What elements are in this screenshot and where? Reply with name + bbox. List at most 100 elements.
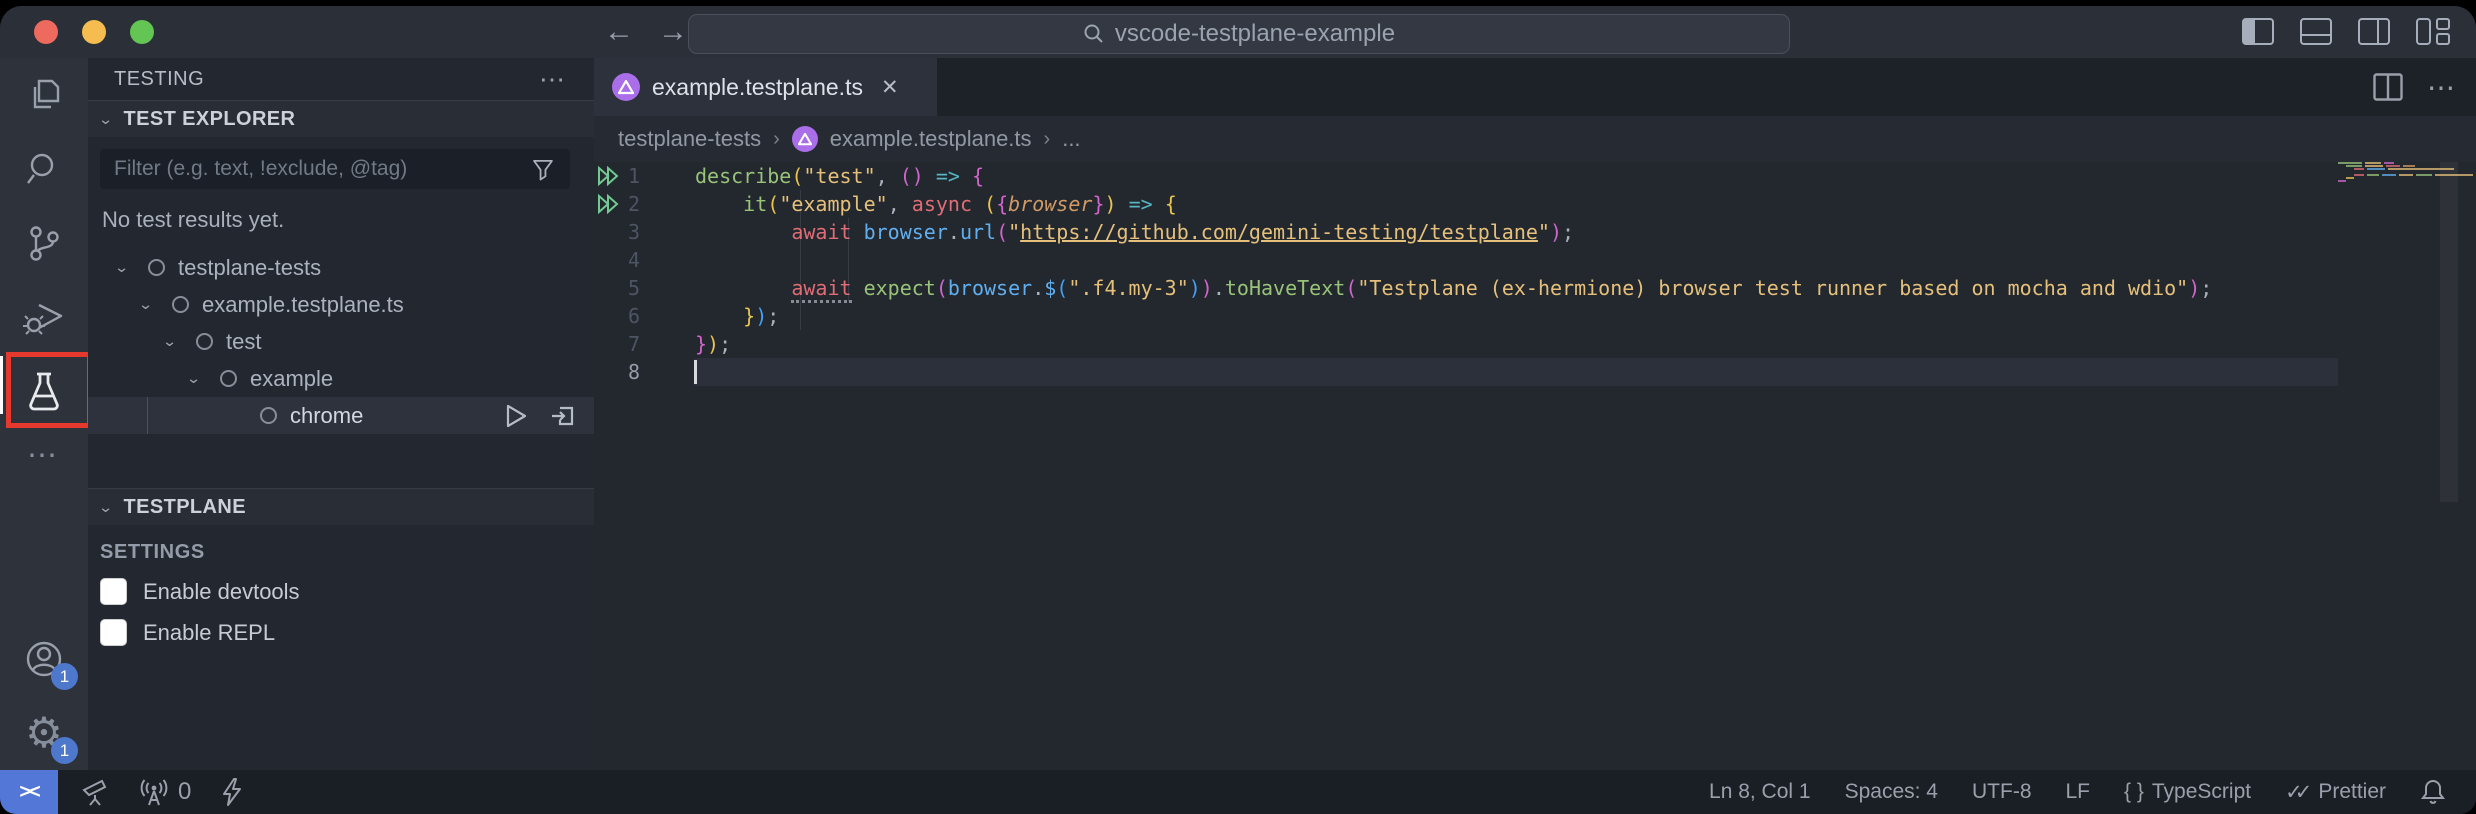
active-indicator <box>0 356 3 414</box>
sidebar-item-search[interactable] <box>0 132 88 206</box>
activity-bar: ⋯ 1 ⚙ 1 <box>0 58 88 770</box>
line-number: 2 <box>594 190 640 218</box>
test-explorer-section-header[interactable]: ⌄ TEST EXPLORER <box>88 100 594 137</box>
line-number: 6 <box>594 302 640 330</box>
zoom-window-button[interactable] <box>130 20 154 44</box>
tree-item-label: testplane-tests <box>178 255 321 281</box>
indentation-button[interactable]: Spaces: 4 <box>1845 780 1938 804</box>
code-line-2[interactable]: 2 it("example", async ({browser}) => { <box>594 190 2476 218</box>
settings-button[interactable]: ⚙ 1 <box>0 696 88 770</box>
scrollbar[interactable] <box>2440 162 2458 502</box>
code-line-1[interactable]: 1describe("test", () => { <box>594 162 2476 190</box>
enable-devtools-checkbox[interactable] <box>100 578 127 605</box>
eol-button[interactable]: LF <box>2066 780 2091 804</box>
enable-devtools-label: Enable devtools <box>143 579 300 605</box>
tree-item-example.testplane.ts[interactable]: ⌄example.testplane.ts <box>88 286 594 323</box>
accounts-button[interactable]: 1 <box>0 622 88 696</box>
editor-more-actions-icon[interactable]: ⋯ <box>2427 71 2458 104</box>
test-explorer-title: TEST EXPLORER <box>123 108 295 131</box>
customize-layout-icon[interactable] <box>2416 18 2450 45</box>
tree-indent-guide <box>147 397 148 434</box>
testing-sidebar: TESTING ⋯ ⌄ TEST EXPLORER Filter (e.g. t… <box>88 58 594 770</box>
search-icon <box>22 147 66 191</box>
close-tab-icon[interactable]: ✕ <box>881 75 899 100</box>
sidebar-more-actions-button[interactable]: ⋯ <box>539 64 568 95</box>
formatter-button[interactable]: ✓✓ Prettier <box>2285 780 2386 805</box>
remote-icon: >< <box>19 781 38 804</box>
code-line-4[interactable]: 4 <box>594 246 2476 274</box>
testplane-section-header[interactable]: ⌄ TESTPLANE <box>88 488 594 525</box>
source-control-icon <box>22 221 66 265</box>
lightning-button[interactable] <box>219 777 245 807</box>
test-tree: ⌄ testplane-tests ⌄example.testplane.ts⌄te… <box>88 249 594 434</box>
code-line-7[interactable]: 7}); <box>594 330 2476 358</box>
minimap-line <box>2336 183 2458 186</box>
breadcrumb-file[interactable]: example.testplane.ts <box>830 126 1032 152</box>
run-debug-icon <box>21 295 67 339</box>
sidebar-item-testing[interactable] <box>0 354 88 428</box>
minimap[interactable] <box>2336 162 2458 770</box>
goto-test-icon[interactable] <box>550 403 576 429</box>
chevron-down-icon: ⌄ <box>98 111 113 128</box>
search-icon <box>1083 23 1105 45</box>
tab-example-testplane-ts[interactable]: example.testplane.ts ✕ <box>594 58 937 116</box>
sidebar-item-source-control[interactable] <box>0 206 88 280</box>
minimize-window-button[interactable] <box>82 20 106 44</box>
workspace-title: vscode-testplane-example <box>1115 20 1395 48</box>
vscode-window: ← → vscode-testplane-example <box>0 0 2476 814</box>
code-editor[interactable]: 1describe("test", () => {2 it("example",… <box>594 162 2476 770</box>
enable-devtools-row: Enable devtools <box>100 578 594 605</box>
tree-item-testplane-tests[interactable]: ⌄ testplane-tests <box>88 249 594 286</box>
tab-label: example.testplane.ts <box>652 74 863 101</box>
chevron-down-icon[interactable]: ⌄ <box>186 370 201 387</box>
tree-item-label: example <box>250 366 333 392</box>
no-test-results-text: No test results yet. <box>102 207 594 233</box>
sidebar-item-explorer[interactable] <box>0 58 88 132</box>
toggle-secondary-sidebar-icon[interactable] <box>2358 18 2390 45</box>
toggle-panel-icon[interactable] <box>2300 18 2332 45</box>
run-test-icon[interactable] <box>504 403 528 429</box>
telescope-button[interactable] <box>80 777 110 807</box>
back-button[interactable]: ← <box>604 15 634 49</box>
encoding-button[interactable]: UTF-8 <box>1972 780 2032 804</box>
chevron-down-icon[interactable]: ⌄ <box>114 259 129 276</box>
chevron-down-icon[interactable]: ⌄ <box>138 296 153 313</box>
test-state-circle-icon <box>148 259 165 276</box>
tree-item-chrome[interactable]: chrome <box>88 397 594 434</box>
breadcrumb-folder[interactable]: testplane-tests <box>618 126 761 152</box>
code-line-5[interactable]: 5 await expect(browser.$(".f4.my-3")).to… <box>594 274 2476 302</box>
close-window-button[interactable] <box>34 20 58 44</box>
line-number: 3 <box>594 218 640 246</box>
chevron-right-icon: › <box>1044 128 1051 151</box>
toggle-primary-sidebar-icon[interactable] <box>2242 18 2274 45</box>
code-line-3[interactable]: 3 await browser.url("https://github.com/… <box>594 218 2476 246</box>
forward-button[interactable]: → <box>658 15 688 49</box>
split-editor-icon[interactable] <box>2373 73 2403 101</box>
notifications-button[interactable] <box>2420 778 2446 806</box>
breadcrumb-symbol[interactable]: ... <box>1062 126 1080 152</box>
code-line-8[interactable]: 8 <box>594 358 2476 386</box>
breadcrumb[interactable]: testplane-tests › example.testplane.ts ›… <box>594 116 2476 162</box>
enable-repl-checkbox[interactable] <box>100 619 127 646</box>
remote-indicator[interactable]: >< <box>0 770 58 814</box>
test-filter-input[interactable]: Filter (e.g. text, !exclude, @tag) <box>100 149 570 189</box>
filter-funnel-icon[interactable] <box>530 156 556 182</box>
test-state-circle-icon <box>260 407 277 424</box>
tree-item-example[interactable]: ⌄ example <box>88 360 594 397</box>
code-text: describe("test", () => { <box>695 162 984 190</box>
ports-indicator[interactable]: 0 <box>138 777 191 807</box>
code-line-6[interactable]: 6 }); <box>594 302 2476 330</box>
sidebar-item-run-debug[interactable] <box>0 280 88 354</box>
ports-count: 0 <box>178 778 191 806</box>
app-window: ← → vscode-testplane-example <box>0 6 2476 814</box>
testplane-title: TESTPLANE <box>123 496 246 519</box>
command-center-search[interactable]: vscode-testplane-example <box>688 14 1790 54</box>
tree-item-test[interactable]: ⌄test <box>88 323 594 360</box>
tree-item-label: chrome <box>290 403 363 429</box>
cursor-position-button[interactable]: Ln 8, Col 1 <box>1709 780 1811 804</box>
language-mode-button[interactable]: { } TypeScript <box>2124 780 2251 804</box>
additional-views-button[interactable]: ⋯ <box>0 428 88 482</box>
window-controls <box>34 20 154 44</box>
lightning-icon <box>219 777 245 807</box>
chevron-down-icon[interactable]: ⌄ <box>162 333 177 350</box>
